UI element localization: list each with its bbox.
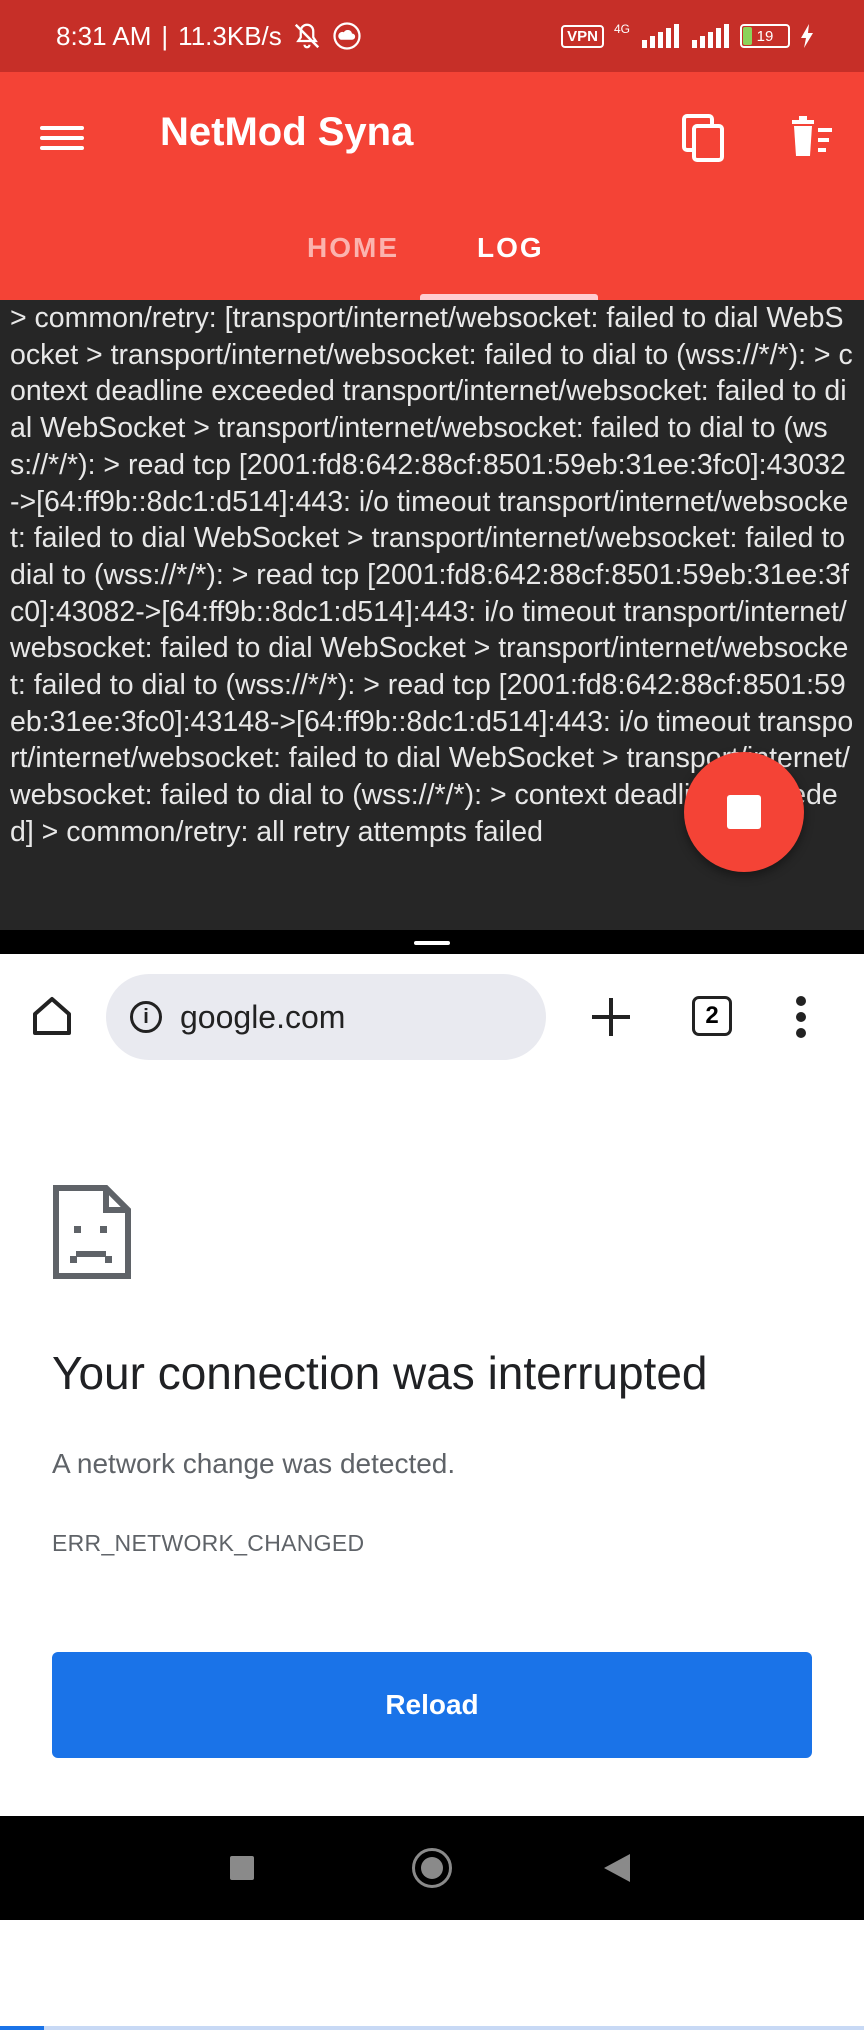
network-speed: 11.3KB/s [178,20,282,51]
battery-level: 19 [756,27,774,45]
split-handle[interactable] [414,941,450,945]
stop-button[interactable] [684,752,804,872]
home-icon[interactable] [30,994,74,1038]
split-divider[interactable] [0,930,864,954]
page-load-progress [0,2026,864,2030]
app-bar: NetMod Syna HOME LOG [0,72,864,300]
copy-icon[interactable] [680,112,728,164]
charging-icon [801,24,813,48]
status-left: 8:31 AM | 11.3KB/s [56,0,362,72]
info-icon[interactable]: i [130,1001,162,1033]
new-tab-icon[interactable] [588,994,634,1040]
recents-button[interactable] [230,1856,254,1880]
reload-button[interactable]: Reload [52,1652,812,1758]
bell-off-icon [294,23,319,49]
status-time: 8:31 AM [56,20,152,51]
address-bar[interactable]: i google.com [106,974,546,1060]
clear-log-icon[interactable] [786,112,834,164]
network-type: 4G [613,22,630,36]
system-nav-bar [0,1816,864,1920]
menu-icon[interactable] [40,120,84,160]
error-title: Your connection was interrupted [52,1347,708,1399]
cloud-icon [333,22,361,50]
tab-log[interactable]: LOG [477,232,544,264]
error-code: ERR_NETWORK_CHANGED [52,1530,365,1556]
url-text: google.com [180,998,346,1035]
battery-icon: 19 [740,24,790,48]
app-title: NetMod Syna [160,110,414,154]
error-message: A network change was detected. [52,1448,456,1479]
tab-home[interactable]: HOME [307,232,399,264]
status-bar: 8:31 AM | 11.3KB/s VPN 4G 19 [0,0,864,72]
vpn-badge: VPN [561,24,604,48]
sad-page-icon [53,1185,131,1279]
browser-toolbar: i google.com 2 [0,954,864,2030]
stop-icon [727,795,761,829]
tab-switcher-button[interactable]: 2 [692,996,732,1036]
back-button[interactable] [604,1854,630,1882]
signal-icon-2 [692,24,729,48]
status-separator: | [161,20,169,51]
home-nav-button[interactable] [412,1848,452,1888]
more-options-icon[interactable] [794,996,808,1040]
status-right: VPN 4G 19 [561,0,814,72]
signal-icon [642,24,679,48]
